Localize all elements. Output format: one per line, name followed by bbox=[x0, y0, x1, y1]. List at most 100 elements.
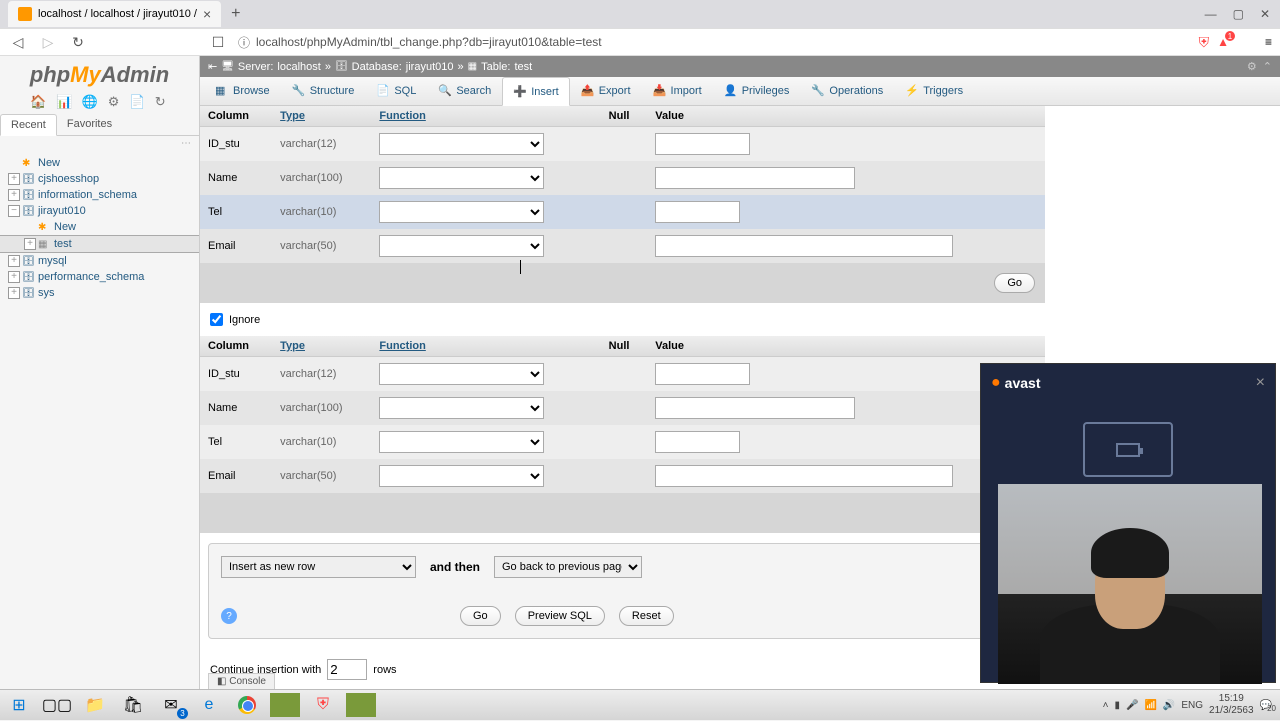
phpmyadmin-logo[interactable]: phpMyAdmin bbox=[0, 56, 199, 90]
expand-icon[interactable]: + bbox=[8, 287, 20, 299]
tree-new[interactable]: New bbox=[0, 155, 199, 171]
value-input[interactable] bbox=[655, 431, 740, 453]
tab-favorites[interactable]: Favorites bbox=[57, 114, 122, 135]
ignore-checkbox[interactable] bbox=[210, 313, 223, 326]
rows-input[interactable] bbox=[327, 659, 367, 680]
sidebar-toolbar[interactable]: 🏠 📊 🌐 ⚙ 📄 ↻ bbox=[0, 90, 199, 114]
warning-icon[interactable]: ▲ bbox=[1217, 35, 1229, 49]
function-select[interactable] bbox=[379, 363, 544, 385]
store-icon[interactable]: 🛍 bbox=[114, 690, 152, 721]
expand-icon[interactable]: + bbox=[8, 255, 20, 267]
notifications-icon[interactable]: 💬20 bbox=[1260, 700, 1272, 711]
tab-browse[interactable]: ▦Browse bbox=[204, 77, 281, 105]
reset-button[interactable]: Reset bbox=[619, 606, 674, 626]
camtasia-icon[interactable] bbox=[270, 693, 300, 717]
tab-insert[interactable]: ➕Insert bbox=[502, 77, 570, 106]
tree-db-cjshoesshop[interactable]: +cjshoesshop bbox=[0, 171, 199, 187]
close-icon[interactable]: × bbox=[203, 6, 211, 22]
close-icon[interactable]: × bbox=[1256, 374, 1265, 392]
tab-privileges[interactable]: 👤Privileges bbox=[713, 77, 801, 105]
go-button[interactable]: Go bbox=[460, 606, 501, 626]
battery-icon[interactable]: ▮ bbox=[1115, 700, 1121, 711]
volume-icon[interactable]: 🔊 bbox=[1163, 700, 1175, 711]
go-button[interactable]: Go bbox=[994, 273, 1035, 293]
back-button[interactable]: ◁ bbox=[8, 32, 28, 52]
brave-icon[interactable]: ⛨ bbox=[304, 690, 342, 721]
new-tab-button[interactable]: + bbox=[221, 5, 250, 23]
function-select[interactable] bbox=[379, 397, 544, 419]
th-type[interactable]: Type bbox=[272, 106, 371, 127]
edge-icon[interactable]: e bbox=[190, 690, 228, 721]
value-input[interactable] bbox=[655, 363, 750, 385]
tree-db-mysql[interactable]: +mysql bbox=[0, 253, 199, 269]
mic-icon[interactable]: 🎤 bbox=[1126, 700, 1138, 711]
collapse-handle[interactable]: ⋯ bbox=[0, 136, 199, 151]
th-function[interactable]: Function bbox=[371, 106, 600, 127]
gear-icon[interactable]: ⚙ bbox=[1247, 60, 1257, 73]
tab-recent[interactable]: Recent bbox=[0, 114, 57, 136]
value-input[interactable] bbox=[655, 397, 855, 419]
task-view-icon[interactable]: ▢▢ bbox=[38, 690, 76, 721]
close-window-icon[interactable]: ✕ bbox=[1260, 7, 1270, 21]
collapse-up-icon[interactable]: ⌃ bbox=[1263, 60, 1272, 73]
tab-triggers[interactable]: ⚡Triggers bbox=[894, 77, 974, 105]
tab-search[interactable]: 🔍Search bbox=[427, 77, 502, 105]
language-indicator[interactable]: ENG bbox=[1181, 700, 1203, 711]
tree-new-table[interactable]: New bbox=[0, 219, 199, 235]
preview-sql-button[interactable]: Preview SQL bbox=[515, 606, 605, 626]
value-input[interactable] bbox=[655, 465, 953, 487]
mail-icon[interactable]: ✉3 bbox=[152, 690, 190, 721]
th-type[interactable]: Type bbox=[272, 336, 371, 357]
function-select[interactable] bbox=[379, 431, 544, 453]
clock[interactable]: 15:19 21/3/2563 bbox=[1209, 693, 1254, 717]
chrome-icon[interactable] bbox=[228, 690, 266, 721]
tab-structure[interactable]: 🔧Structure bbox=[281, 77, 366, 105]
start-button[interactable]: ⊞ bbox=[0, 690, 38, 721]
insert-mode-select[interactable]: Insert as new row bbox=[221, 556, 416, 578]
bc-database[interactable]: jirayut010 bbox=[406, 61, 454, 73]
minimize-icon[interactable]: — bbox=[1205, 7, 1217, 21]
expand-icon[interactable]: + bbox=[8, 271, 20, 283]
value-input[interactable] bbox=[655, 201, 740, 223]
value-input[interactable] bbox=[655, 133, 750, 155]
console-tab[interactable]: ◧ Console bbox=[208, 673, 275, 689]
app-icon[interactable] bbox=[346, 693, 376, 717]
tree-db-performance-schema[interactable]: +performance_schema bbox=[0, 269, 199, 285]
tab-operations[interactable]: 🔧Operations bbox=[800, 77, 894, 105]
value-input[interactable] bbox=[655, 167, 855, 189]
function-select[interactable] bbox=[379, 465, 544, 487]
function-select[interactable] bbox=[379, 133, 544, 155]
file-explorer-icon[interactable]: 📁 bbox=[76, 690, 114, 721]
help-icon[interactable]: ? bbox=[221, 608, 237, 624]
expand-icon[interactable]: + bbox=[8, 189, 20, 201]
tray-up-icon[interactable]: ˄ bbox=[1103, 700, 1109, 711]
function-select[interactable] bbox=[379, 235, 544, 257]
tree-table-test[interactable]: +test bbox=[0, 235, 199, 253]
expand-icon[interactable]: + bbox=[24, 238, 36, 250]
forward-button[interactable]: ▷ bbox=[38, 32, 58, 52]
left-arrow-icon[interactable]: ⇤ bbox=[208, 60, 217, 73]
expand-icon[interactable]: + bbox=[8, 173, 20, 185]
bc-server[interactable]: localhost bbox=[277, 61, 320, 73]
wifi-icon[interactable]: 📶 bbox=[1144, 700, 1156, 711]
function-select[interactable] bbox=[379, 167, 544, 189]
tree-db-information-schema[interactable]: +information_schema bbox=[0, 187, 199, 203]
after-insert-select[interactable]: Go back to previous page bbox=[494, 556, 642, 578]
bc-table[interactable]: test bbox=[514, 61, 532, 73]
tab-export[interactable]: 📤Export bbox=[570, 77, 642, 105]
url-field[interactable]: ⓘ localhost/phpMyAdmin/tbl_change.php?db… bbox=[238, 34, 1189, 51]
tree-db-jirayut010[interactable]: −jirayut010 bbox=[0, 203, 199, 219]
value-input[interactable] bbox=[655, 235, 953, 257]
tab-import[interactable]: 📥Import bbox=[642, 77, 713, 105]
function-select[interactable] bbox=[379, 201, 544, 223]
collapse-icon[interactable]: − bbox=[8, 205, 20, 217]
menu-icon[interactable]: ≡ bbox=[1265, 35, 1272, 49]
browser-tab[interactable]: localhost / localhost / jirayut010 / × bbox=[8, 1, 221, 27]
bookmark-icon[interactable]: ☐ bbox=[208, 32, 228, 52]
maximize-icon[interactable]: ▢ bbox=[1233, 7, 1244, 21]
tree-db-sys[interactable]: +sys bbox=[0, 285, 199, 301]
tab-sql[interactable]: 📄SQL bbox=[365, 77, 427, 105]
th-function[interactable]: Function bbox=[371, 336, 600, 357]
reload-button[interactable]: ↻ bbox=[68, 32, 88, 52]
shield-icon[interactable]: ⛨ bbox=[1199, 34, 1210, 51]
